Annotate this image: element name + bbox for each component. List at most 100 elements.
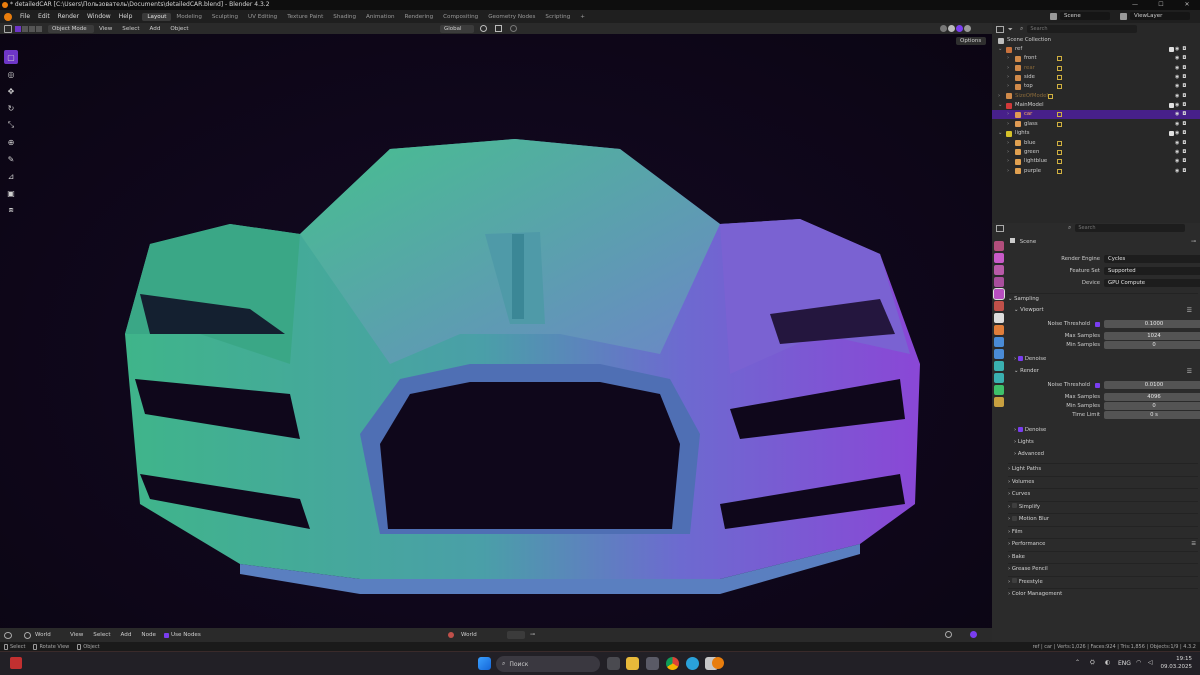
workspace-tab-layout[interactable]: Layout xyxy=(142,12,172,21)
feature-set-dropdown[interactable]: Supported xyxy=(1104,267,1200,275)
measure-tool-icon[interactable]: ⊿ xyxy=(4,169,18,183)
visibility-eye-icon[interactable]: ◉◘ xyxy=(1175,157,1197,166)
sampling-panel-header[interactable]: ⌄ Sampling xyxy=(1008,293,1198,304)
outliner-row-front[interactable]: › front ◉◘ xyxy=(992,54,1200,63)
world-datablock-selector[interactable]: World xyxy=(457,631,505,639)
rotate-tool-icon[interactable]: ↻ xyxy=(4,101,18,115)
workspace-tab-sculpting[interactable]: Sculpting xyxy=(207,13,243,21)
visibility-eye-icon[interactable]: ◉◘ xyxy=(1175,54,1197,63)
object-data-icon[interactable] xyxy=(1057,121,1062,127)
workspace-tab-modeling[interactable]: Modeling xyxy=(171,13,206,21)
workspace-tab-uv-editing[interactable]: UV Editing xyxy=(243,13,282,21)
viewport-menu-add[interactable]: Add xyxy=(145,26,166,32)
list-icon[interactable]: ☰ xyxy=(1187,307,1192,314)
render-noise-threshold-field[interactable]: 0.0100 xyxy=(1104,381,1200,389)
panel-performance[interactable]: › Performance ☰ xyxy=(1008,538,1198,549)
exclude-checkbox[interactable] xyxy=(1169,103,1174,109)
panel-enable-checkbox[interactable] xyxy=(1011,578,1017,583)
chevron-right-icon[interactable]: › xyxy=(1007,120,1009,129)
outliner-row-lightblue[interactable]: › lightblue ◉◘ xyxy=(992,157,1200,166)
filter-icon[interactable]: ⏷ xyxy=(1008,26,1016,33)
view-layer-tab-icon[interactable] xyxy=(994,277,1004,287)
outliner-row-mainmodel[interactable]: ⌄ MainModel ◉◘ xyxy=(992,101,1200,110)
object-data-icon[interactable] xyxy=(1057,168,1062,174)
object-data-icon[interactable] xyxy=(1057,159,1062,165)
editor-type-icon[interactable] xyxy=(4,24,12,33)
outliner-row-glass[interactable]: › glass ◉◘ xyxy=(992,120,1200,129)
chevron-down-icon[interactable]: ⌄ xyxy=(998,101,1002,110)
annotate-tool-icon[interactable]: ✎ xyxy=(4,152,18,166)
scale-tool-icon[interactable]: ⤡ xyxy=(4,118,18,132)
viewport-noise-threshold-field[interactable]: 0.1000 xyxy=(1104,320,1200,328)
widgets-icon[interactable] xyxy=(10,657,22,669)
viewport-shading-icons[interactable] xyxy=(940,25,971,32)
visibility-eye-icon[interactable]: ◉◘ xyxy=(1175,101,1197,110)
visibility-eye-icon[interactable]: ◉◘ xyxy=(1175,64,1197,73)
visibility-eye-icon[interactable]: ◉◘ xyxy=(1175,110,1197,119)
chevron-right-icon[interactable]: › xyxy=(1007,157,1009,166)
visibility-eye-icon[interactable]: ◉◘ xyxy=(1175,148,1197,157)
view-layer-selector[interactable]: ViewLayer xyxy=(1130,12,1190,20)
chevron-right-icon[interactable]: › xyxy=(1007,167,1009,176)
workspace-tab-texture-paint[interactable]: Texture Paint xyxy=(282,13,328,21)
chevron-right-icon[interactable]: › xyxy=(1007,73,1009,82)
visibility-eye-icon[interactable]: ◉◘ xyxy=(1175,139,1197,148)
add-object-tool-icon[interactable]: ⧈ xyxy=(4,203,18,217)
outliner-row-blue[interactable]: › blue ◉◘ xyxy=(992,139,1200,148)
outliner-row-lights[interactable]: ⌄ lights ◉◘ xyxy=(992,129,1200,138)
object-data-icon[interactable] xyxy=(1057,65,1062,71)
render-subpanel-header[interactable]: ⌄ Render xyxy=(1014,366,1200,377)
object-tab-icon[interactable] xyxy=(994,325,1004,335)
chevron-right-icon[interactable]: › xyxy=(998,92,1000,101)
pivot-point-icon[interactable] xyxy=(480,25,487,32)
panel-film[interactable]: › Film xyxy=(1008,525,1198,537)
list-icon[interactable]: ☰ xyxy=(1187,368,1192,375)
outliner-row-sizeofmodel[interactable]: › SizeOfModel ◉◘ xyxy=(992,92,1200,101)
menu-file[interactable]: File xyxy=(16,13,34,20)
viewport-denoise-subpanel[interactable]: › Denoise xyxy=(1014,354,1200,365)
collection-tab-icon[interactable] xyxy=(994,313,1004,323)
workspace-tab-rendering[interactable]: Rendering xyxy=(400,13,439,21)
chevron-right-icon[interactable]: › xyxy=(1007,139,1009,148)
device-dropdown[interactable]: GPU Compute xyxy=(1104,279,1200,287)
viewport-menu-object[interactable]: Object xyxy=(165,26,193,32)
object-data-icon[interactable] xyxy=(1057,84,1062,90)
snap-icon[interactable] xyxy=(495,25,502,32)
noise-threshold-checkbox[interactable] xyxy=(1095,321,1100,327)
workspace-tab-scripting[interactable]: Scripting xyxy=(540,13,575,21)
outliner-row-purple[interactable]: › purple ◉◘ xyxy=(992,167,1200,176)
node-editor-type-icon[interactable] xyxy=(4,631,12,639)
pin-node-icon[interactable]: ⊸ xyxy=(530,631,535,638)
render-max-samples-field[interactable]: 4096 xyxy=(1104,393,1200,401)
list-icon[interactable]: ☰ xyxy=(1191,539,1196,550)
outliner-editor-icon[interactable] xyxy=(996,25,1004,33)
tool-tab-icon[interactable] xyxy=(994,241,1004,251)
network-icon[interactable]: ◠ xyxy=(1136,659,1141,666)
move-tool-icon[interactable]: ✥ xyxy=(4,84,18,98)
add-workspace-button[interactable]: + xyxy=(575,13,590,21)
visibility-eye-icon[interactable]: ◉◘ xyxy=(1175,82,1197,91)
denoise-checkbox[interactable] xyxy=(1017,355,1023,361)
visibility-eye-icon[interactable]: ◉◘ xyxy=(1175,167,1197,176)
render-engine-dropdown[interactable]: Cycles xyxy=(1104,255,1200,263)
workspace-tab-shading[interactable]: Shading xyxy=(328,13,361,21)
chevron-right-icon[interactable]: › xyxy=(1007,110,1009,119)
task-view-icon[interactable] xyxy=(607,657,620,670)
chevron-right-icon[interactable]: › xyxy=(1007,54,1009,63)
mode-selector[interactable]: Object Mode xyxy=(48,24,94,33)
panel-bake[interactable]: › Bake xyxy=(1008,550,1198,562)
outliner-row-top[interactable]: › top ◉◘ xyxy=(992,82,1200,91)
object-data-icon[interactable] xyxy=(1048,93,1053,99)
scene-tab-icon[interactable] xyxy=(993,288,1005,300)
tray-apps-icon[interactable]: ⛭ xyxy=(1090,659,1095,667)
output-tab-icon[interactable] xyxy=(994,265,1004,275)
tray-chevron-icon[interactable]: ⌃ xyxy=(1075,659,1080,666)
panel-volumes[interactable]: › Volumes xyxy=(1008,475,1198,487)
panel-color-management[interactable]: › Color Management xyxy=(1008,588,1198,599)
world-shader-type-selector[interactable]: World xyxy=(31,631,65,639)
node-menu-view[interactable]: View xyxy=(65,632,88,638)
panel-curves[interactable]: › Curves xyxy=(1008,488,1198,499)
panel-motion-blur[interactable]: › Motion Blur xyxy=(1008,513,1198,524)
object-data-icon[interactable] xyxy=(1057,149,1062,155)
visibility-eye-icon[interactable]: ◉◘ xyxy=(1175,73,1197,82)
